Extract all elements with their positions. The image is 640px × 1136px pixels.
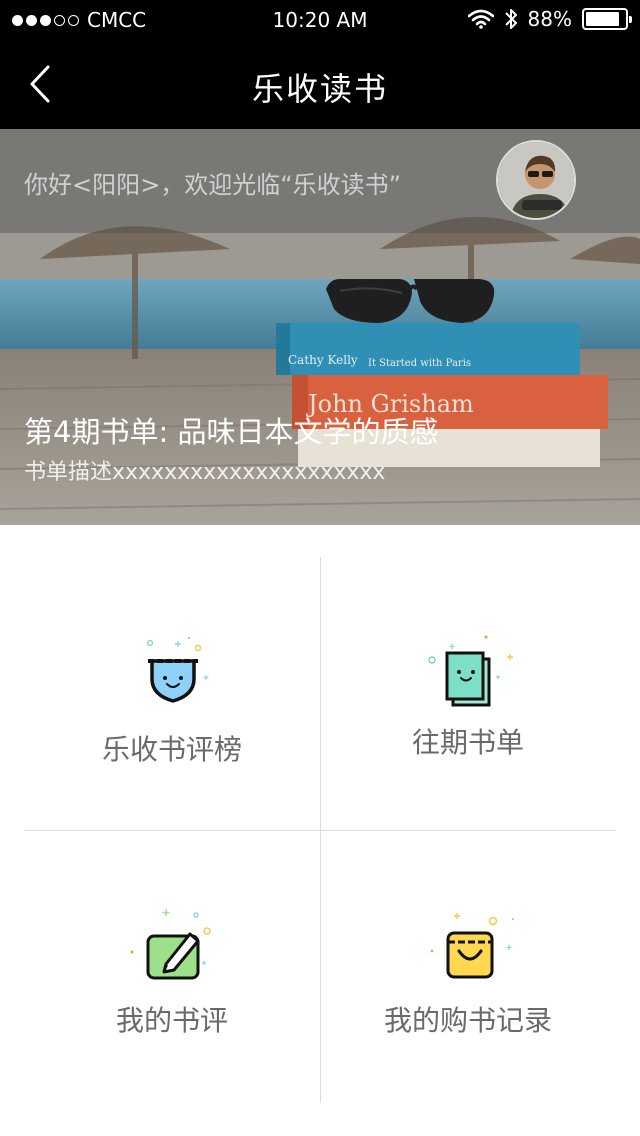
grid-divider-horizontal [24, 830, 616, 831]
page-title: 乐收读书 [251, 70, 388, 108]
greeting-text: 你好<阳阳>，欢迎光临“乐收读书” [24, 171, 402, 199]
book-list-title: 第4期书单: 品味日本文学的质感 [24, 415, 439, 449]
wifi-icon [467, 9, 494, 29]
status-indicators: 88% [467, 7, 632, 31]
pencil-note-icon [130, 909, 211, 980]
bluetooth-icon [504, 9, 517, 29]
book-stack-icon [428, 635, 513, 707]
shopping-bag-icon [430, 913, 514, 979]
battery-percent: 88% [527, 7, 572, 31]
svg-text:Cathy Kelly: Cathy Kelly [288, 353, 358, 367]
menu-item-label: 往期书单 [411, 726, 524, 759]
menu-item-label: 我的书评 [115, 1004, 228, 1037]
menu-item-past-lists[interactable]: 往期书单 [320, 557, 616, 827]
menu-item-label: 乐收书评榜 [101, 733, 242, 766]
hero-banner[interactable]: Cathy Kelly It Started with Paris John G… [0, 129, 640, 525]
menu-item-my-reviews[interactable]: 我的书评 [24, 862, 320, 1132]
status-bar: CMCC 10:20 AM 88% [0, 0, 640, 40]
menu-grid: 乐收书评榜 往期书单 我的书评 我的购书记录 [0, 525, 640, 1136]
book-list-description: 书单描述xxxxxxxxxxxxxxxxxxxxx [24, 460, 386, 485]
svg-text:It Started with Paris: It Started with Paris [368, 358, 471, 369]
menu-item-label: 我的购书记录 [383, 1004, 552, 1037]
nav-bar: 乐收读书 [0, 40, 640, 129]
shield-badge-icon [146, 637, 209, 703]
menu-item-review-ranking[interactable]: 乐收书评榜 [24, 557, 320, 827]
user-avatar[interactable] [496, 140, 576, 220]
menu-item-purchase-history[interactable]: 我的购书记录 [320, 862, 616, 1132]
battery-icon [582, 8, 632, 30]
